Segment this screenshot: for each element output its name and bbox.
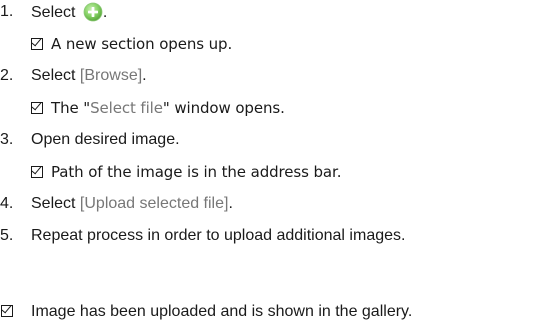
step-text-prefix: Select [31, 4, 80, 21]
checkbox-checked-icon [31, 102, 43, 114]
step-number: 4. [0, 195, 14, 212]
step-text-prefix: Select [31, 67, 80, 84]
step-3-result: Path of the image is in the address bar. [31, 162, 341, 182]
step-text-prefix: Select [31, 195, 80, 212]
step-number: 1. [0, 3, 14, 20]
result-text-prefix: The " [51, 99, 91, 117]
result-text: Path of the image is in the address bar. [51, 163, 342, 181]
step-text: Select . [31, 2, 107, 23]
step-text: Select [Browse]. [31, 66, 147, 86]
result-text: A new section opens up. [51, 35, 233, 53]
step-1-result: A new section opens up. [31, 34, 232, 54]
checkbox-checked-icon [1, 305, 13, 317]
step-text: Repeat process in order to upload additi… [31, 227, 406, 244]
checkbox-checked-icon [31, 38, 43, 50]
add-circle-icon [83, 2, 103, 22]
step-text: Select [Upload selected file]. [31, 194, 233, 214]
ui-term-browse: [Browse] [79, 67, 143, 84]
step-text: Open desired image. [31, 131, 180, 148]
step-number: 5. [0, 227, 14, 244]
step-text-suffix: . [102, 4, 108, 21]
step-number: 2. [0, 67, 14, 84]
final-result-text: Image has been uploaded and is shown in … [31, 303, 413, 320]
step-text-suffix: . [142, 67, 147, 84]
checkbox-checked-icon [31, 166, 43, 178]
step-number: 3. [0, 131, 14, 148]
result-text-suffix: " window opens. [162, 99, 285, 117]
step-text-suffix: . [228, 195, 233, 212]
ui-term-select-file: Select file [90, 99, 163, 117]
step-2-result: The "Select file" window opens. [31, 98, 285, 118]
ui-term-upload-selected-file: [Upload selected file] [79, 195, 229, 212]
